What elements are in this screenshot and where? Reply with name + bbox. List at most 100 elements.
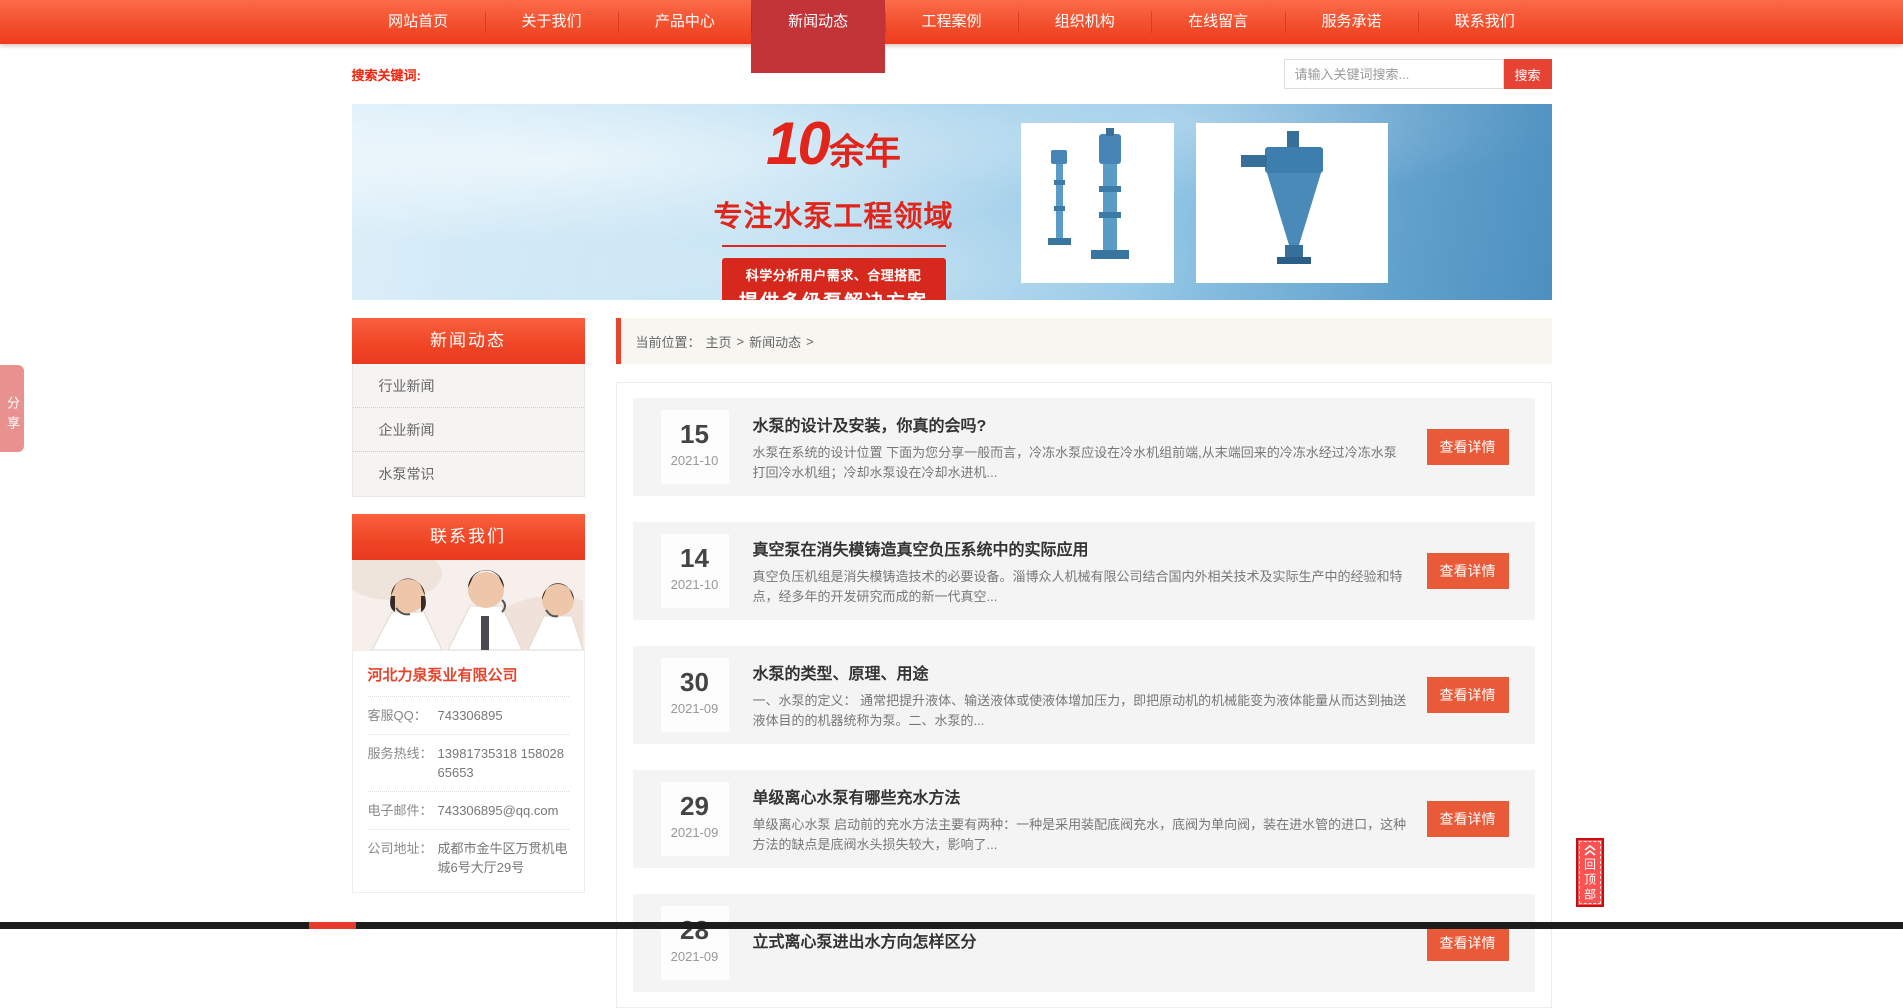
contact-email-label: 电子邮件：: [368, 801, 438, 820]
nav-menu: 网站首页 关于我们 产品中心 新闻动态 工程案例 组织机构 在线留言 服务承诺 …: [352, 0, 1552, 44]
news-title-link[interactable]: 真空泵在消失模铸造真空负压系统中的实际应用: [753, 536, 1407, 560]
contact-email-value: 743306895@qq.com: [438, 801, 569, 820]
customer-service-photo: [352, 560, 585, 650]
view-details-button[interactable]: 查看详情: [1427, 801, 1509, 837]
news-day: 30: [661, 666, 729, 698]
news-day: 15: [661, 418, 729, 450]
banner-slogan-line1: 科学分析用户需求、合理搭配: [722, 265, 946, 284]
banner-headline: 专注水泵工程领域: [710, 193, 958, 235]
contact-hotline-label: 服务热线：: [368, 744, 438, 782]
contact-info-card: 河北力泉泵业有限公司 客服QQ： 743306895 服务热线： 1398173…: [352, 650, 585, 893]
news-date-box: 29 2021-09: [661, 782, 729, 856]
nav-item-message[interactable]: 在线留言: [1151, 0, 1284, 44]
content-column: 当前位置： 主页 > 新闻动态 > 15 2021-10 水泵的设计及安装，你真…: [616, 318, 1552, 1008]
sidebar-item-pump-knowledge[interactable]: 水泵常识: [353, 452, 584, 496]
news-text: 真空泵在消失模铸造真空负压系统中的实际应用 真空负压机组是消失模铸造技术的必要设…: [753, 536, 1407, 607]
news-text: 水泵的设计及安装，你真的会吗? 水泵在系统的设计位置 下面为您分享一般而言，冷冻…: [753, 412, 1407, 483]
news-day: 14: [661, 542, 729, 574]
vertical-pump-illustration: [1027, 128, 1167, 278]
double-chevron-up-icon: [1583, 845, 1597, 856]
banner-text-block: 10余年 专注水泵工程领域 科学分析用户需求、合理搭配 提供多级泵解决方案: [710, 116, 958, 300]
contact-hotline-value: 13981735318 15802865653: [438, 744, 569, 782]
contact-row-address: 公司地址： 成都市金牛区万贯机电城6号大厅29号: [368, 830, 569, 886]
cyclone-pump-illustration: [1207, 129, 1377, 277]
hero-banner: 10余年 专注水泵工程领域 科学分析用户需求、合理搭配 提供多级泵解决方案: [352, 104, 1552, 300]
news-yearmonth: 2021-10: [661, 450, 729, 472]
banner-pump-photo: [1021, 123, 1174, 283]
view-details-button[interactable]: 查看详情: [1427, 677, 1509, 713]
view-details-button[interactable]: 查看详情: [1427, 553, 1509, 589]
nav-item-home[interactable]: 网站首页: [352, 0, 485, 44]
nav-item-service[interactable]: 服务承诺: [1285, 0, 1418, 44]
news-day: 28: [661, 914, 729, 946]
contact-panel: 联系我们: [352, 514, 585, 893]
news-list: 15 2021-10 水泵的设计及安装，你真的会吗? 水泵在系统的设计位置 下面…: [616, 382, 1552, 1008]
company-name: 河北力泉泵业有限公司: [368, 664, 569, 697]
view-details-button[interactable]: 查看详情: [1427, 429, 1509, 465]
customer-service-illustration: [352, 560, 583, 650]
news-card: 28 2021-09 立式离心泵进出水方向怎样区分 查看详情: [633, 894, 1535, 992]
sidebar: 新闻动态 行业新闻 企业新闻 水泵常识 联系我们: [352, 318, 585, 893]
back-to-top-label: 回顶部: [1582, 858, 1599, 903]
news-yearmonth: 2021-09: [661, 822, 729, 844]
news-card: 15 2021-10 水泵的设计及安装，你真的会吗? 水泵在系统的设计位置 下面…: [633, 398, 1535, 496]
news-yearmonth: 2021-10: [661, 574, 729, 596]
view-details-button[interactable]: 查看详情: [1427, 925, 1509, 961]
contact-address-label: 公司地址：: [368, 839, 438, 877]
news-title-link[interactable]: 水泵的设计及安装，你真的会吗?: [753, 412, 1407, 436]
nav-item-cases[interactable]: 工程案例: [885, 0, 1018, 44]
news-title-link[interactable]: 单级离心水泵有哪些充水方法: [753, 784, 1407, 808]
banner-years-suffix: 余年: [829, 131, 901, 172]
search-keywords-label: 搜索关键词:: [352, 65, 421, 84]
search-input[interactable]: [1284, 59, 1504, 89]
contact-row-email: 电子邮件： 743306895@qq.com: [368, 792, 569, 830]
news-date-box: 14 2021-10: [661, 534, 729, 608]
contact-row-hotline: 服务热线： 13981735318 15802865653: [368, 735, 569, 792]
banner-cyclone-photo: [1196, 123, 1388, 283]
banner-divider: [722, 245, 946, 247]
news-text: 立式离心泵进出水方向怎样区分: [753, 928, 1407, 959]
footer-bar: [0, 922, 1903, 929]
news-title-link[interactable]: 立式离心泵进出水方向怎样区分: [753, 928, 1407, 952]
share-tab[interactable]: 分享: [0, 365, 24, 452]
breadcrumb-home-link[interactable]: 主页: [706, 332, 732, 351]
sidebar-news-header: 新闻动态: [352, 318, 585, 364]
sidebar-item-industry-news[interactable]: 行业新闻: [353, 364, 584, 408]
nav-item-contact[interactable]: 联系我们: [1418, 0, 1551, 44]
news-card: 30 2021-09 水泵的类型、原理、用途 一、水泵的定义： 通常把提升液体、…: [633, 646, 1535, 744]
news-day: 29: [661, 790, 729, 822]
sidebar-item-company-news[interactable]: 企业新闻: [353, 408, 584, 452]
news-summary: 水泵在系统的设计位置 下面为您分享一般而言，冷冻水泵应设在冷水机组前端,从末端回…: [753, 443, 1407, 483]
contact-header: 联系我们: [352, 514, 585, 560]
news-card: 29 2021-09 单级离心水泵有哪些充水方法 单级离心水泵 启动前的充水方法…: [633, 770, 1535, 868]
sidebar-news-menu: 行业新闻 企业新闻 水泵常识: [352, 364, 585, 497]
news-date-box: 15 2021-10: [661, 410, 729, 484]
news-text: 水泵的类型、原理、用途 一、水泵的定义： 通常把提升液体、输送液体或使液体增加压…: [753, 660, 1407, 731]
nav-item-organization[interactable]: 组织机构: [1018, 0, 1151, 44]
search-row: 搜索关键词: 搜索: [0, 44, 1903, 104]
back-to-top-button[interactable]: 回顶部: [1576, 838, 1604, 907]
contact-qq-value: 743306895: [438, 706, 569, 725]
breadcrumb-prefix: 当前位置：: [636, 332, 701, 351]
news-title-link[interactable]: 水泵的类型、原理、用途: [753, 660, 1407, 684]
news-summary: 单级离心水泵 启动前的充水方法主要有两种：一种是采用装配底阀充水，底阀为单向阀，…: [753, 815, 1407, 855]
top-navigation: 网站首页 关于我们 产品中心 新闻动态 工程案例 组织机构 在线留言 服务承诺 …: [0, 0, 1903, 44]
banner-slogan-box: 科学分析用户需求、合理搭配 提供多级泵解决方案: [722, 258, 946, 300]
news-yearmonth: 2021-09: [661, 698, 729, 720]
contact-qq-label: 客服QQ：: [368, 706, 438, 725]
banner-slogan-line2: 提供多级泵解决方案: [722, 287, 946, 300]
main-content: 新闻动态 行业新闻 企业新闻 水泵常识 联系我们: [352, 318, 1552, 1008]
banner-years-number: 10: [766, 110, 829, 177]
nav-item-news-active[interactable]: 新闻动态: [751, 0, 884, 73]
news-yearmonth: 2021-09: [661, 946, 729, 968]
nav-item-about[interactable]: 关于我们: [485, 0, 618, 44]
search-button[interactable]: 搜索: [1504, 59, 1552, 89]
breadcrumb-current-link[interactable]: 新闻动态: [749, 332, 801, 351]
breadcrumb-separator: >: [737, 334, 745, 349]
footer-accent-segment: [309, 922, 356, 929]
news-summary: 真空负压机组是消失模铸造技术的必要设备。淄博众人机械有限公司结合国内外相关技术及…: [753, 567, 1407, 607]
news-summary: 一、水泵的定义： 通常把提升液体、输送液体或使液体增加压力，即把原动机的机械能变…: [753, 691, 1407, 731]
news-card: 14 2021-10 真空泵在消失模铸造真空负压系统中的实际应用 真空负压机组是…: [633, 522, 1535, 620]
breadcrumb-separator: >: [806, 334, 814, 349]
nav-item-products[interactable]: 产品中心: [618, 0, 751, 44]
